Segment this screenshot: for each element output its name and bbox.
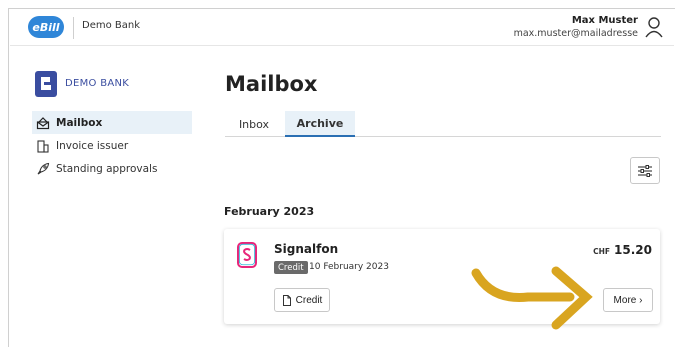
annotation-arrow-icon: [471, 266, 593, 330]
credit-button-label: Credit: [295, 294, 323, 306]
credit-badge: Credit: [274, 261, 308, 274]
currency-code: CHF: [593, 247, 611, 256]
filter-button[interactable]: [630, 157, 660, 184]
top-header: eBill Demo Bank Max Muster max.muster@ma…: [10, 9, 674, 46]
signalfon-logo-icon: [237, 242, 257, 268]
sliders-icon: [638, 164, 652, 177]
invoice-amount: CHF 15.20: [593, 243, 652, 257]
rocket-icon: [37, 162, 50, 174]
credit-document-button[interactable]: Credit: [274, 288, 330, 312]
sidebar-item-standing-approvals[interactable]: Standing approvals: [32, 157, 192, 180]
issuer-name: Signalfon: [274, 242, 339, 256]
user-icon[interactable]: [644, 16, 664, 38]
month-heading: February 2023: [224, 205, 315, 218]
more-button[interactable]: More ›: [603, 288, 653, 312]
building-icon: [37, 139, 49, 153]
sidebar-item-invoice-issuer[interactable]: Invoice issuer: [32, 134, 192, 157]
amount-value: 15.20: [614, 243, 652, 257]
window-left-border: [8, 9, 9, 347]
document-icon: [282, 294, 291, 306]
ebill-logo[interactable]: eBill: [28, 16, 64, 38]
user-email: max.muster@mailadresse: [513, 28, 638, 39]
mailbox-icon: [36, 116, 50, 129]
sidebar-item-label: Standing approvals: [56, 162, 158, 175]
header-divider: [73, 17, 74, 39]
tab-archive[interactable]: Archive: [285, 111, 355, 137]
sidebar-item-label: Mailbox: [56, 116, 103, 129]
tab-bar: Inbox Archive: [225, 111, 661, 137]
sidebar-item-mailbox[interactable]: Mailbox: [32, 111, 192, 134]
user-name: Max Muster: [571, 15, 638, 26]
header-bank-name: Demo Bank: [82, 20, 141, 31]
invoice-date: 10 February 2023: [309, 262, 389, 272]
bank-logo-text: DEMO BANK: [65, 78, 130, 89]
tab-inbox[interactable]: Inbox: [225, 111, 283, 137]
page-title: Mailbox: [225, 72, 318, 96]
sidebar-item-label: Invoice issuer: [56, 139, 129, 152]
bank-logo-icon[interactable]: [33, 69, 59, 99]
